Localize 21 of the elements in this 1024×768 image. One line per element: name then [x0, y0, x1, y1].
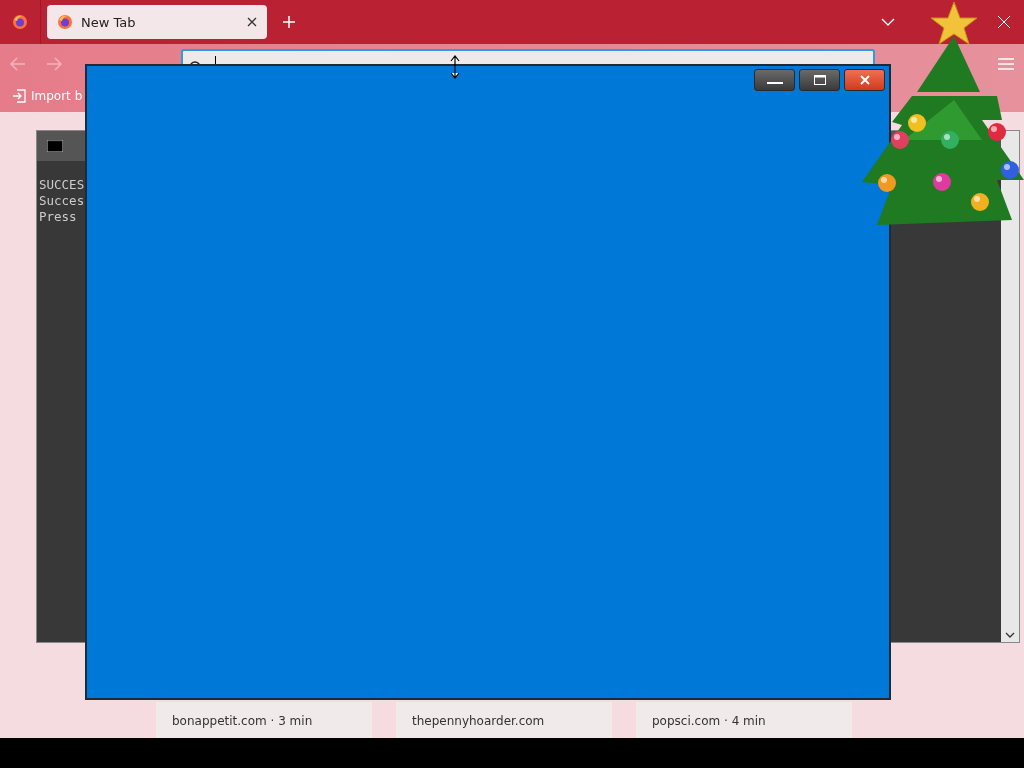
console-line: Succes	[39, 193, 86, 209]
chevron-down-icon[interactable]	[881, 18, 895, 26]
import-icon	[12, 89, 26, 103]
console-line: SUCCES	[39, 177, 86, 193]
resize-cursor-icon	[450, 55, 460, 79]
card-source: bonappetit.com · 3 min	[172, 714, 313, 728]
firefox-logo-icon[interactable]	[12, 14, 28, 30]
firefox-logo-icon	[57, 14, 73, 30]
close-icon	[859, 75, 870, 85]
console-line: Press	[39, 209, 78, 225]
card-source: popsci.com · 4 min	[652, 714, 766, 728]
minimize-icon	[766, 82, 783, 84]
plus-icon[interactable]	[283, 16, 295, 28]
close-button[interactable]	[844, 69, 885, 91]
maximize-button[interactable]	[799, 69, 840, 91]
maximize-icon	[813, 75, 826, 85]
browser-tab[interactable]: New Tab	[47, 5, 267, 39]
minimize-button[interactable]	[754, 69, 795, 91]
card-source: thepennyhoarder.com	[412, 714, 545, 728]
console-app-icon	[47, 140, 63, 152]
close-icon[interactable]	[247, 17, 257, 27]
